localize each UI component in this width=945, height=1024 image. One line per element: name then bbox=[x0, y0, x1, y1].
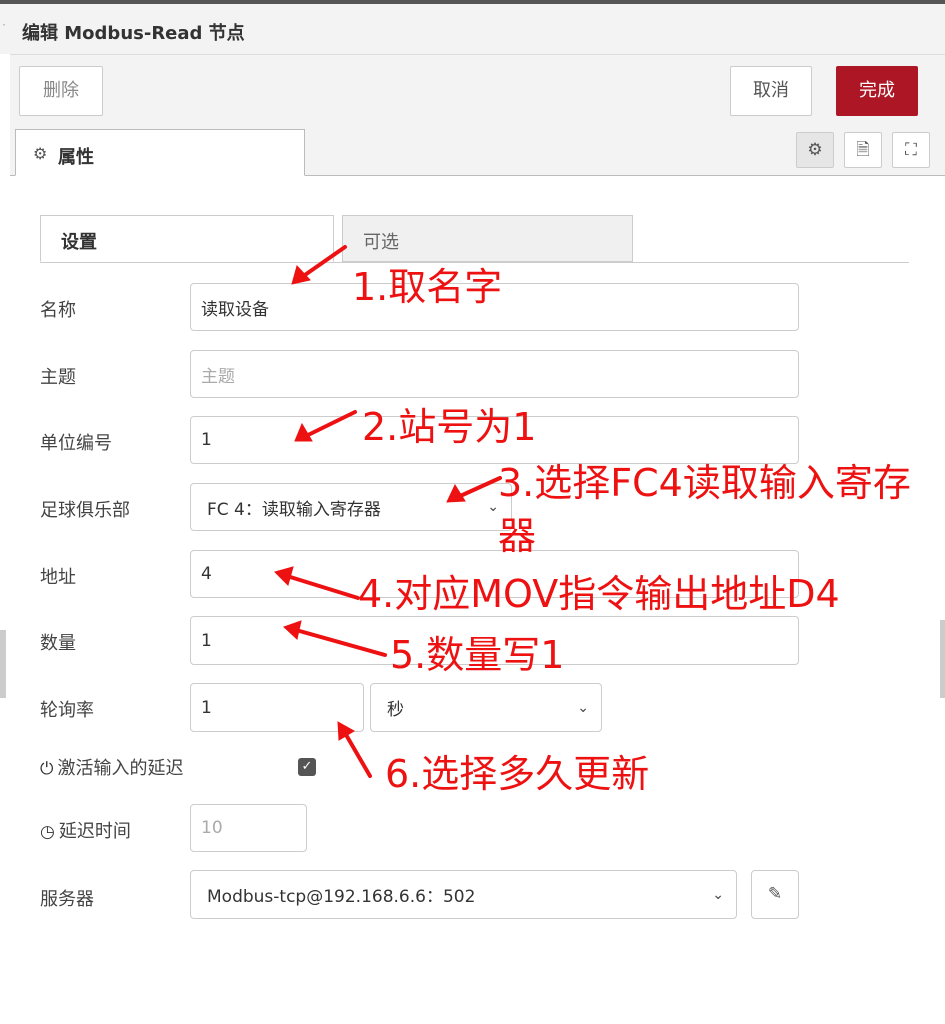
annotation-arrowhead-5 bbox=[283, 620, 302, 640]
annotation-arrows bbox=[274, 245, 502, 778]
annotation-arrowhead-4 bbox=[274, 566, 294, 586]
annotation-arrow-3 bbox=[456, 476, 502, 499]
annotation-arrow-1 bbox=[300, 245, 347, 279]
annotation-3-line1: 3.选择FC4读取输入寄存 bbox=[498, 461, 911, 505]
annotation-arrow-4 bbox=[285, 574, 360, 600]
annotation-3-line2: 器 bbox=[498, 514, 537, 558]
annotation-arrow-2 bbox=[304, 410, 357, 438]
annotation-arrow-6 bbox=[343, 731, 372, 778]
annotation-5: 5.数量写1 bbox=[390, 633, 565, 677]
annotation-6: 6.选择多久更新 bbox=[385, 752, 650, 796]
annotation-2: 2.站号为1 bbox=[362, 405, 537, 449]
annotation-1: 1.取名字 bbox=[352, 265, 503, 309]
annotation-4: 4.对应MOV指令输出地址D4 bbox=[358, 572, 840, 616]
annotation-arrow-5 bbox=[294, 628, 387, 657]
